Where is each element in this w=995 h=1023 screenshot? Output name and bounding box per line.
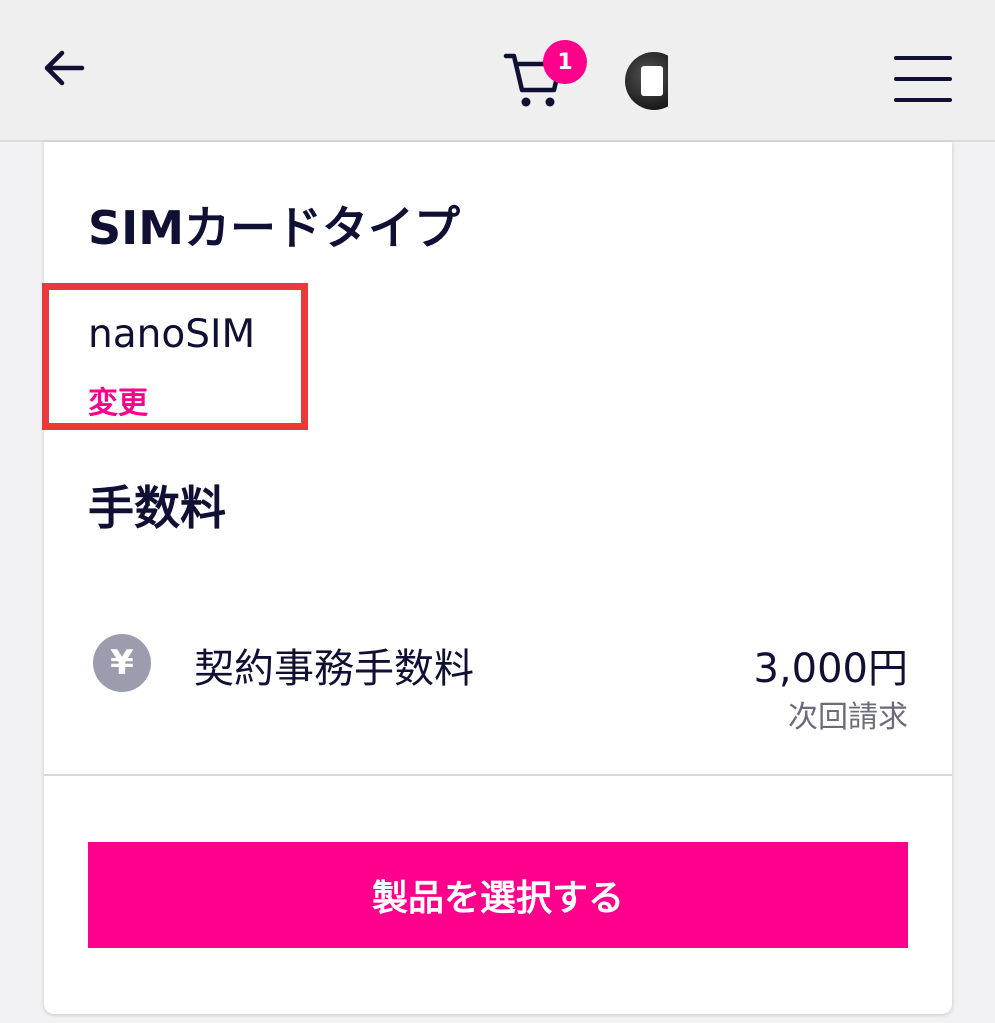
divider — [44, 774, 952, 776]
select-product-button[interactable]: 製品を選択する — [88, 842, 908, 948]
plan-card: SIMカードタイプ nanoSIM 変更 手数料 ¥ 契約事務手数料 3,000… — [42, 142, 952, 1014]
menu-button[interactable] — [894, 52, 954, 106]
yen-icon: ¥ — [93, 634, 151, 692]
fee-item-amount: 3,000円 — [753, 646, 908, 692]
fee-item-name: 契約事務手数料 — [194, 646, 474, 692]
cart-count-badge: 1 — [543, 40, 587, 84]
arrow-left-icon — [44, 50, 85, 86]
back-button[interactable] — [36, 40, 92, 96]
avatar-image — [641, 66, 663, 96]
sim-card-type-title: SIMカードタイプ — [88, 201, 461, 255]
sim-type-value: nanoSIM — [88, 312, 256, 357]
change-sim-link[interactable]: 変更 — [88, 378, 148, 422]
top-header: 1 — [0, 0, 995, 142]
fees-title: 手数料 — [88, 481, 226, 535]
hamburger-menu-icon — [894, 56, 952, 60]
fee-item-billing-note: 次回請求 — [788, 700, 908, 735]
